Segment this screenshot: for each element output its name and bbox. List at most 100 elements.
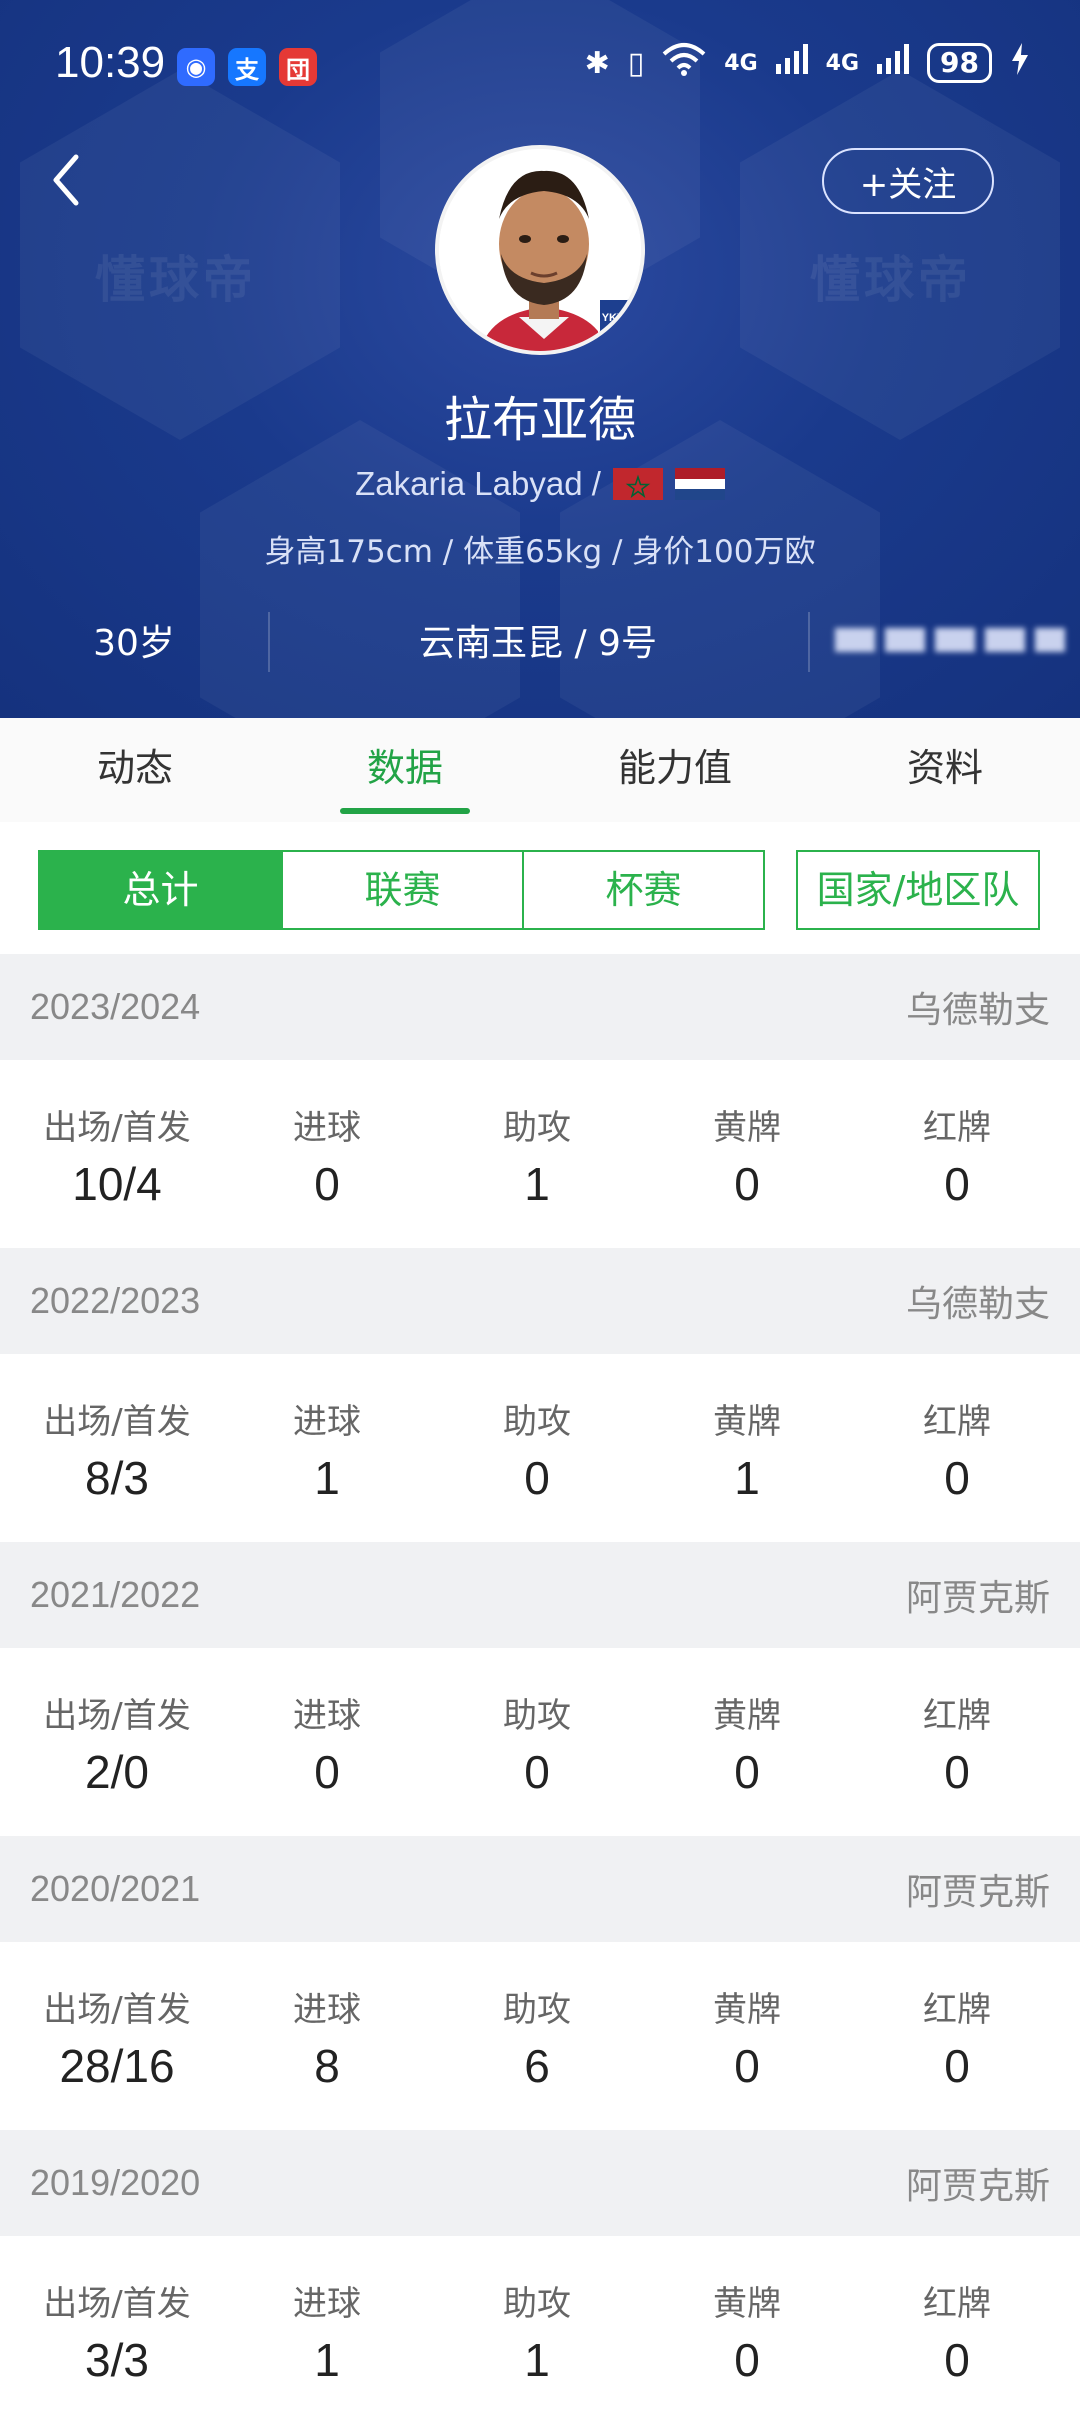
- season-year: 2023/2024: [30, 986, 201, 1027]
- stat-assists: 助攻 1: [432, 2236, 642, 2424]
- stat-label: 助攻: [503, 1402, 571, 1442]
- battery-indicator: 98: [927, 43, 992, 83]
- stat-label: 助攻: [503, 1990, 571, 2030]
- stat-label: 出场/首发: [43, 1696, 191, 1736]
- stat-label: 助攻: [503, 2284, 571, 2324]
- stat-assists: 助攻 0: [432, 1648, 642, 1836]
- divider: [808, 612, 810, 672]
- stat-goals: 进球 1: [222, 2236, 432, 2424]
- stat-value: 8: [314, 2040, 340, 2092]
- filter-national-team[interactable]: 国家/地区队: [796, 850, 1040, 930]
- stat-value: 1: [314, 1452, 340, 1504]
- stat-value: 1: [314, 2334, 340, 2386]
- tab-ability[interactable]: 能力值: [540, 718, 810, 822]
- stat-goals: 进球 8: [222, 1942, 432, 2130]
- stat-appearances: 出场/首发 3/3: [12, 2236, 222, 2424]
- stat-goals: 进球 0: [222, 1060, 432, 1248]
- stat-value: 0: [524, 1452, 550, 1504]
- stat-goals: 进球 1: [222, 1354, 432, 1542]
- stat-value: 0: [734, 2334, 760, 2386]
- player-age: 30岁: [93, 623, 175, 664]
- competition-segmented-control: 总计 联赛 杯赛: [38, 850, 765, 930]
- stat-value: 0: [734, 1746, 760, 1798]
- competition-filter: 总计 联赛 杯赛 国家/地区队: [0, 822, 1080, 954]
- follow-button[interactable]: +关注: [822, 148, 994, 214]
- stat-value: 8/3: [85, 1452, 149, 1504]
- blurred-info: [830, 622, 1070, 658]
- player-header: 懂球帝 懂球帝 10:39 ◉ 支 団 ✱ ▯ 4G 4G 98 +关注 YKY…: [0, 0, 1080, 718]
- stat-value: 0: [734, 1158, 760, 1210]
- bluetooth-icon: ✱: [584, 45, 610, 81]
- stat-label: 出场/首发: [43, 1990, 191, 2030]
- filter-cup[interactable]: 杯赛: [522, 852, 763, 928]
- filter-league[interactable]: 联赛: [281, 852, 522, 928]
- season-club: 阿贾克斯: [905, 1578, 1050, 1619]
- stat-label: 红牌: [923, 1990, 991, 2030]
- season-club: 阿贾克斯: [905, 1872, 1050, 1913]
- season-header[interactable]: 2021/2022 阿贾克斯: [0, 1542, 1080, 1648]
- club-badge-icon: YKYK: [598, 298, 636, 344]
- stat-label: 黄牌: [713, 1990, 781, 2030]
- season-stats-list: 2023/2024 乌德勒支 出场/首发 10/4 进球 0 助攻 1 黄牌 0 红牌 0…: [0, 954, 1080, 2424]
- season-year: 2021/2022: [30, 1574, 201, 1615]
- season-club: 乌德勒支: [905, 1284, 1050, 1325]
- app-red-icon: 団: [279, 48, 317, 86]
- player-club[interactable]: 云南玉昆 / 9号: [268, 614, 808, 666]
- season-stats-row: 出场/首发 28/16 进球 8 助攻 6 黄牌 0 红牌 0: [0, 1942, 1080, 2130]
- season-year: 2020/2021: [30, 1868, 201, 1909]
- stat-label: 进球: [293, 1990, 361, 2030]
- stat-label: 助攻: [503, 1108, 571, 1148]
- stat-label: 出场/首发: [43, 1402, 191, 1442]
- stat-label: 进球: [293, 1696, 361, 1736]
- stat-red-cards: 红牌 0: [852, 1648, 1062, 1836]
- season-header[interactable]: 2020/2021 阿贾克斯: [0, 1836, 1080, 1942]
- charging-icon: [1010, 43, 1030, 83]
- season-header[interactable]: 2019/2020 阿贾克斯: [0, 2130, 1080, 2236]
- stat-label: 红牌: [923, 1108, 991, 1148]
- player-body-info: 身高175cm / 体重65kg / 身价100万欧: [264, 534, 816, 570]
- player-name: 拉布亚德: [443, 392, 636, 448]
- player-english-name: Zakaria Labyad /: [355, 465, 601, 502]
- stat-value: 10/4: [72, 1158, 162, 1210]
- status-bar: 10:39 ◉ 支 団 ✱ ▯ 4G 4G 98: [0, 0, 1080, 130]
- chevron-left-icon: [53, 154, 79, 206]
- vibrate-icon: ▯: [627, 45, 645, 81]
- stat-appearances: 出场/首发 10/4: [12, 1060, 222, 1248]
- stat-goals: 进球 0: [222, 1648, 432, 1836]
- season-block: 2019/2020 阿贾克斯 出场/首发 3/3 进球 1 助攻 1 黄牌 0 红牌 0: [0, 2130, 1080, 2424]
- season-header[interactable]: 2023/2024 乌德勒支: [0, 954, 1080, 1060]
- stat-label: 出场/首发: [43, 1108, 191, 1148]
- stat-label: 黄牌: [713, 2284, 781, 2324]
- network-4g-icon: 4G: [724, 50, 758, 76]
- back-button[interactable]: [50, 150, 110, 210]
- stat-red-cards: 红牌 0: [852, 1354, 1062, 1542]
- stat-value: 1: [524, 1158, 550, 1210]
- filter-total[interactable]: 总计: [40, 852, 281, 928]
- stat-label: 出场/首发: [43, 2284, 191, 2324]
- netherlands-flag-icon: [674, 468, 725, 500]
- signal-icon: [877, 44, 910, 82]
- stat-label: 红牌: [923, 1402, 991, 1442]
- player-english-name-row: Zakaria Labyad /: [0, 465, 1080, 503]
- stat-value: 0: [944, 2040, 970, 2092]
- tab-feed[interactable]: 动态: [0, 718, 270, 822]
- stat-appearances: 出场/首发 28/16: [12, 1942, 222, 2130]
- stat-assists: 助攻 0: [432, 1354, 642, 1542]
- app-shield-icon: ◉: [177, 48, 215, 86]
- network-4g-icon: 4G: [825, 50, 860, 76]
- stat-yellow-cards: 黄牌 1: [642, 1354, 852, 1542]
- tab-profile[interactable]: 资料: [810, 718, 1080, 822]
- season-block: 2021/2022 阿贾克斯 出场/首发 2/0 进球 0 助攻 0 黄牌 0 红牌 0: [0, 1542, 1080, 1836]
- status-time: 10:39: [55, 38, 166, 87]
- season-club: 阿贾克斯: [905, 2166, 1050, 2207]
- tab-data[interactable]: 数据: [270, 718, 540, 822]
- stat-value: 28/16: [59, 2040, 175, 2092]
- wifi-icon: [662, 42, 706, 84]
- season-stats-row: 出场/首发 8/3 进球 1 助攻 0 黄牌 1 红牌 0: [0, 1354, 1080, 1542]
- stat-label: 红牌: [923, 1696, 991, 1736]
- player-avatar[interactable]: YKYK: [435, 145, 645, 355]
- season-header[interactable]: 2022/2023 乌德勒支: [0, 1248, 1080, 1354]
- season-stats-row: 出场/首发 10/4 进球 0 助攻 1 黄牌 0 红牌 0: [0, 1060, 1080, 1248]
- signal-icon: [775, 44, 808, 82]
- stat-yellow-cards: 黄牌 0: [642, 1648, 852, 1836]
